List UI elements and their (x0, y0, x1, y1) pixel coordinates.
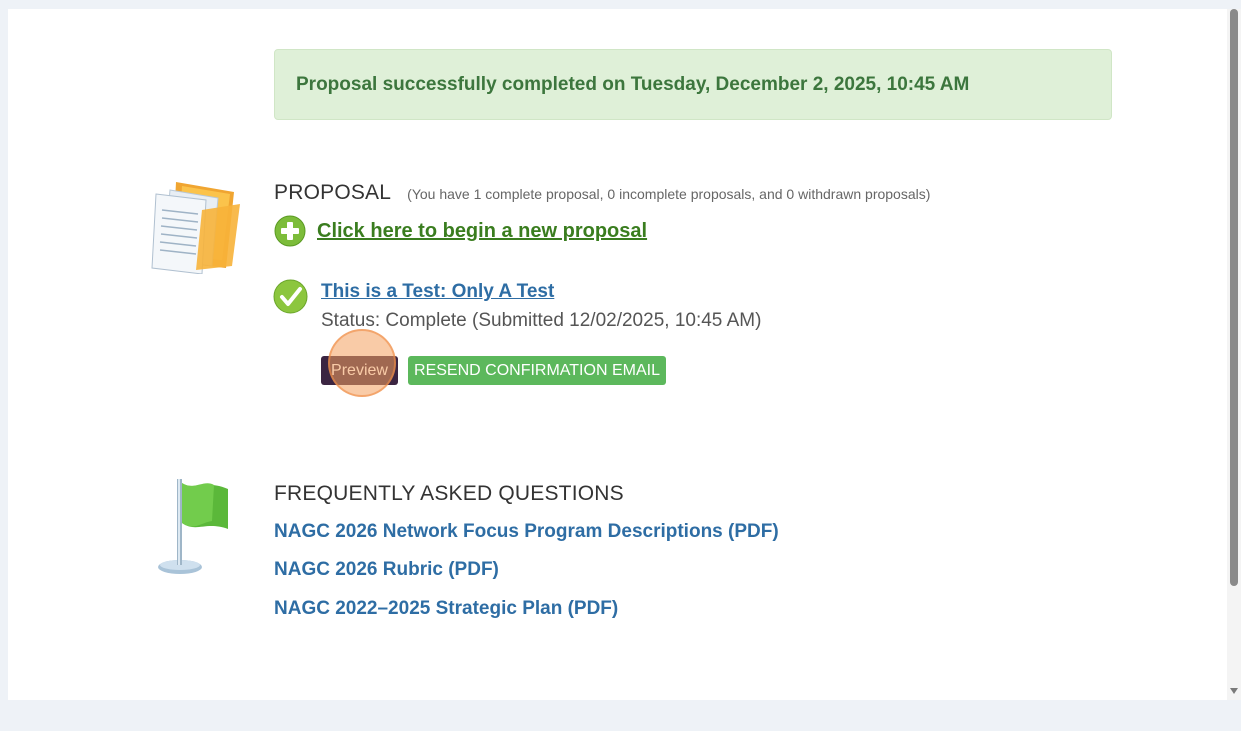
page-content: Proposal successfully completed on Tuesd… (8, 9, 1227, 700)
new-proposal-link[interactable]: Click here to begin a new proposal (317, 220, 647, 243)
proposal-title-link[interactable]: This is a Test: Only A Test (321, 281, 554, 303)
success-alert: Proposal successfully completed on Tuesd… (274, 49, 1112, 120)
proposal-status: Status: Complete (Submitted 12/02/2025, … (321, 310, 762, 331)
new-proposal-row[interactable]: Click here to begin a new proposal (274, 215, 647, 247)
plus-circle-icon[interactable] (274, 215, 306, 247)
proposal-section-title: PROPOSAL (You have 1 complete proposal, 0… (274, 181, 930, 205)
faq-link-program-descriptions[interactable]: NAGC 2026 Network Focus Program Descript… (274, 521, 779, 543)
flag-icon (158, 479, 228, 574)
vertical-scrollbar[interactable] (1227, 9, 1241, 700)
success-alert-message: Proposal successfully completed on Tuesd… (296, 73, 970, 95)
resend-confirmation-email-button[interactable]: RESEND CONFIRMATION EMAIL (408, 356, 666, 385)
scroll-down-arrow-icon[interactable] (1230, 688, 1238, 694)
proposal-heading: PROPOSAL (274, 181, 392, 204)
faq-link-strategic-plan[interactable]: NAGC 2022–2025 Strategic Plan (PDF) (274, 598, 618, 620)
checkmark-circle-icon (273, 279, 308, 314)
folder-documents-icon (151, 182, 240, 274)
scrollbar-thumb[interactable] (1230, 9, 1238, 586)
preview-button[interactable]: Preview (321, 356, 398, 385)
proposal-summary: (You have 1 complete proposal, 0 incompl… (407, 186, 931, 202)
faq-link-rubric[interactable]: NAGC 2026 Rubric (PDF) (274, 559, 499, 581)
faq-section-title: FREQUENTLY ASKED QUESTIONS (274, 482, 624, 505)
